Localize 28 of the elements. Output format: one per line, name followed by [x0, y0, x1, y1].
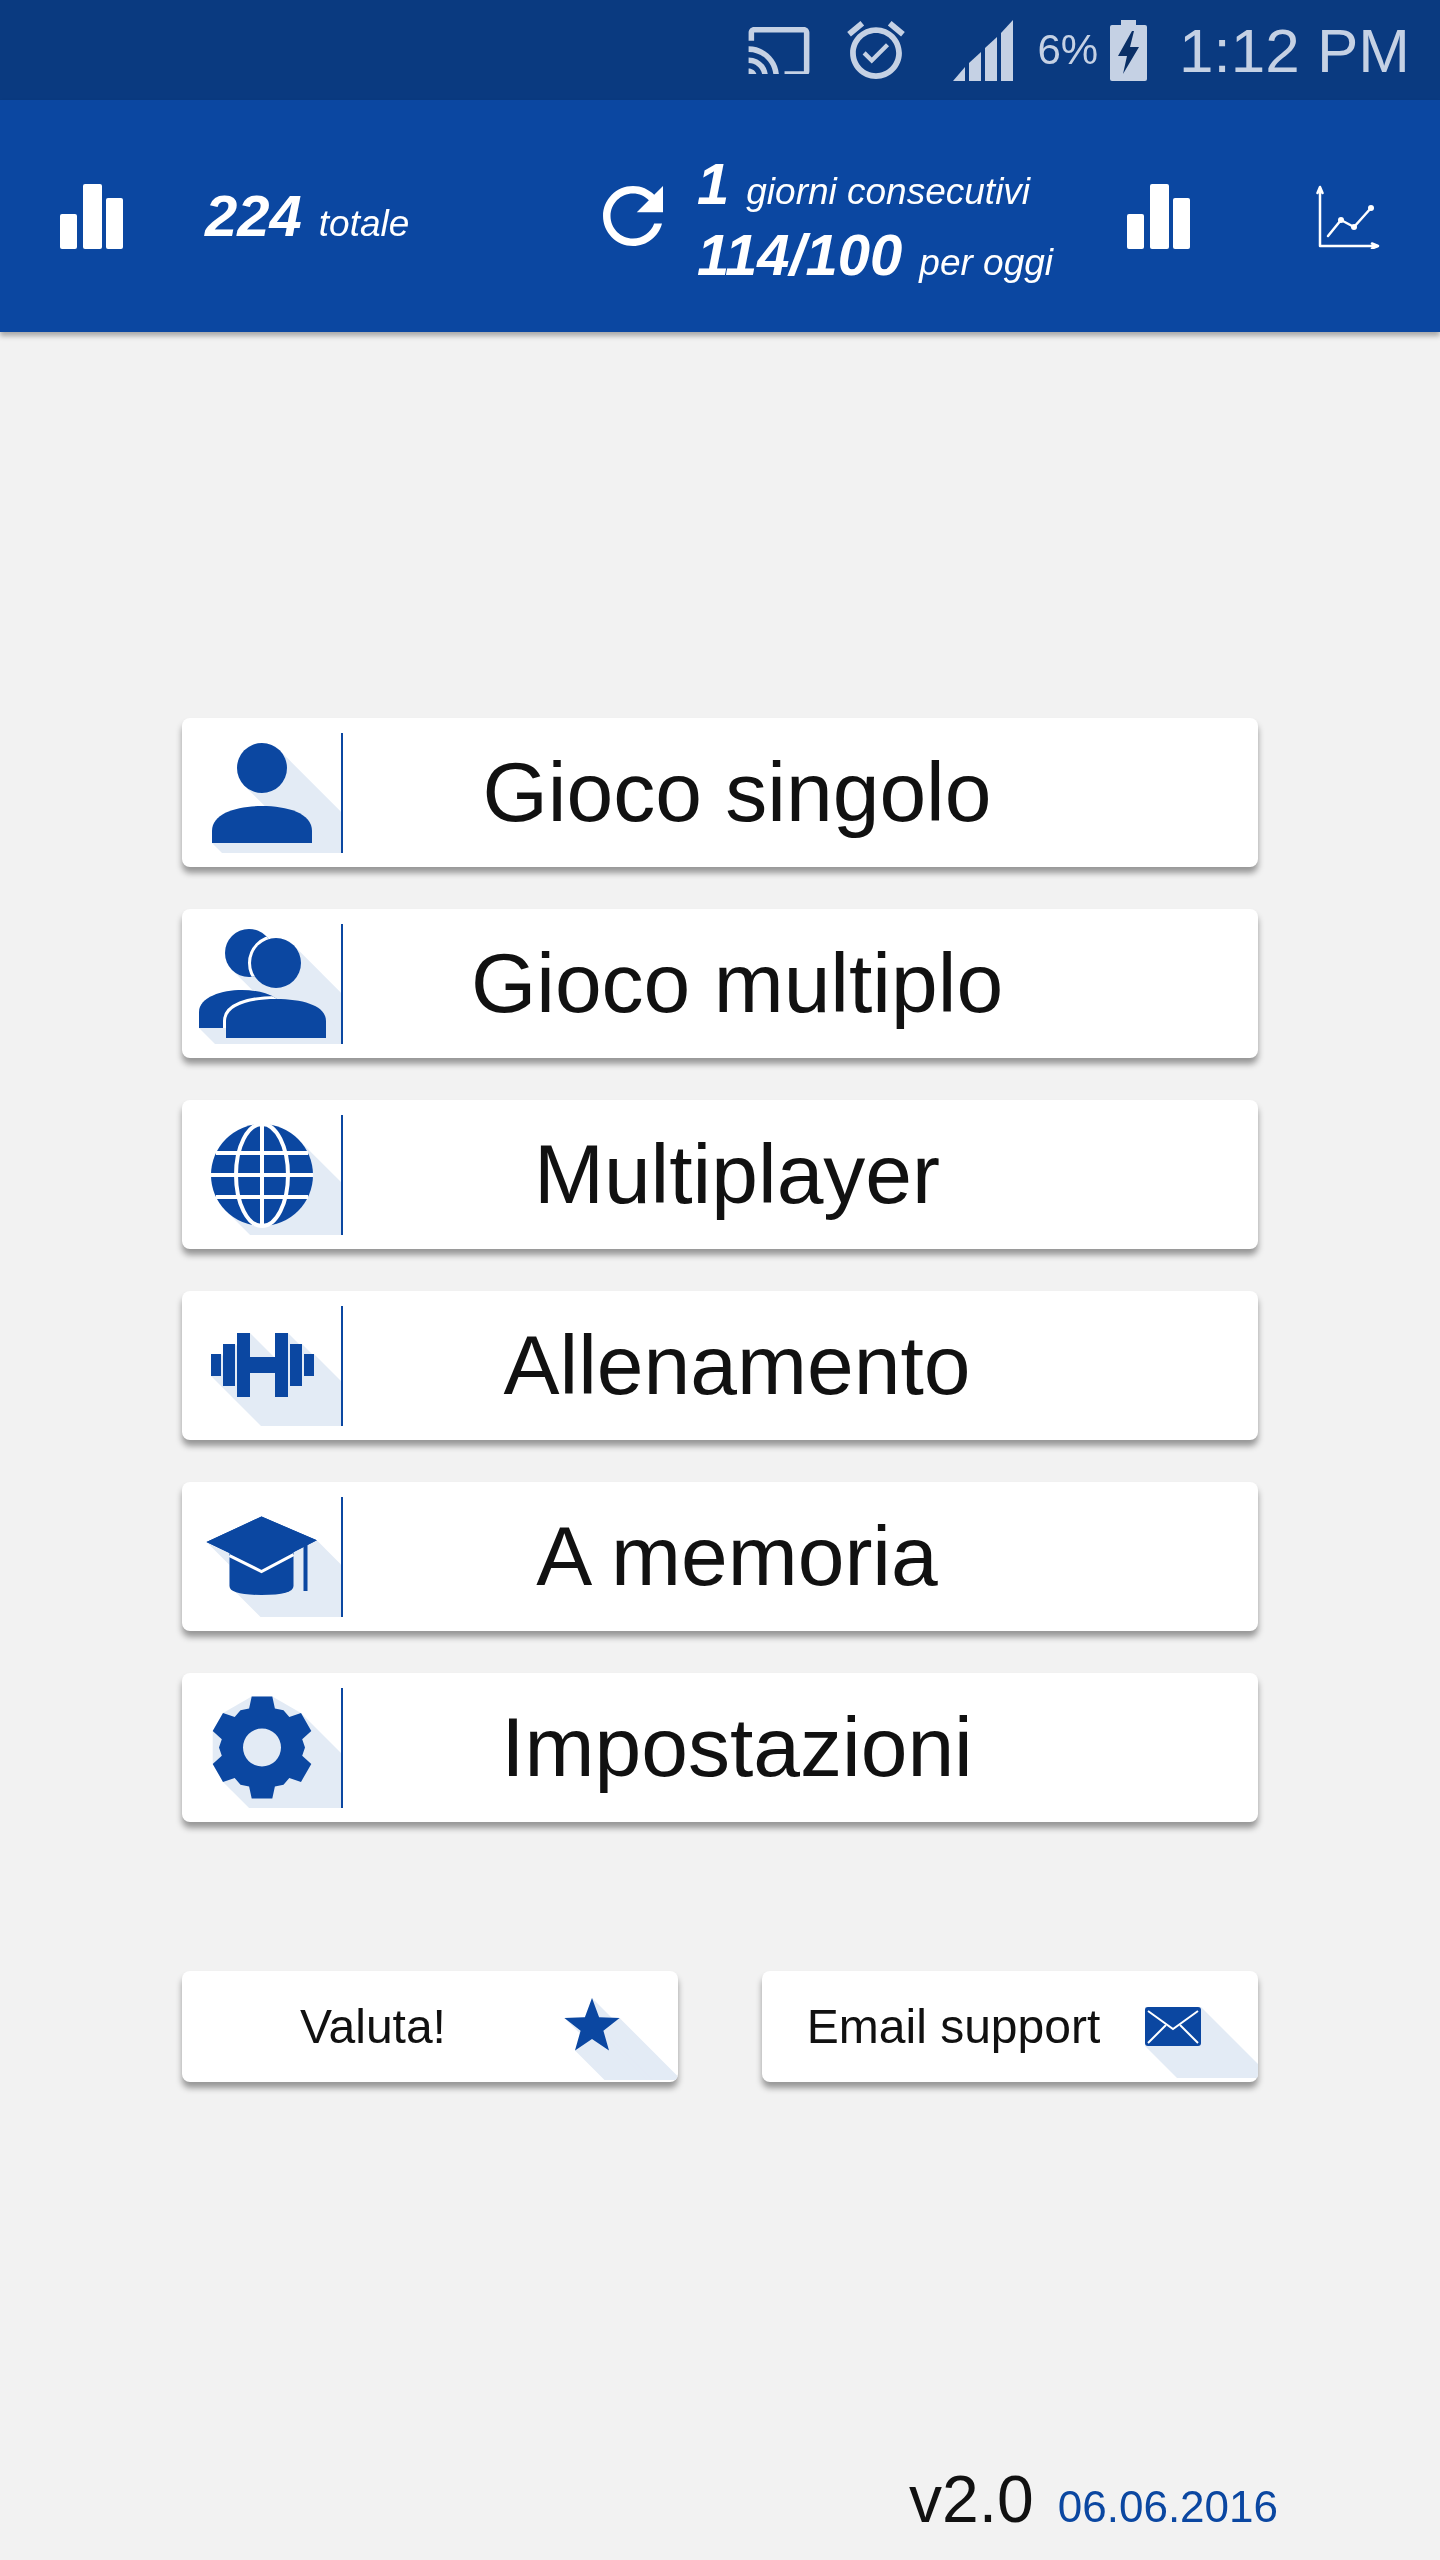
battery-icon — [1110, 19, 1148, 81]
streak-label: giorni consecutivi — [746, 173, 1031, 210]
menu-button[interactable]: Impostazioni — [182, 1673, 1258, 1822]
menu-button[interactable]: A memoria — [182, 1482, 1258, 1631]
daily-count: 114/100 — [697, 226, 903, 284]
menu-button[interactable]: Allenamento — [182, 1291, 1258, 1440]
email-button[interactable]: Email support — [762, 1971, 1258, 2082]
cast-icon — [747, 26, 812, 74]
bar-chart-icon[interactable] — [60, 183, 123, 249]
battery-percentage: 6% — [1037, 26, 1099, 74]
line-chart-icon[interactable] — [1316, 183, 1380, 249]
bar-chart-icon[interactable] — [1127, 183, 1190, 249]
menu-button[interactable]: Gioco singolo — [182, 718, 1258, 867]
star-icon — [564, 1998, 678, 2080]
alarm-clock-icon — [847, 21, 906, 79]
clock-time: 1:12 PM — [1179, 14, 1410, 86]
release-date: 06.06.2016 — [1057, 2482, 1278, 2531]
streak-count: 1 — [697, 155, 730, 213]
version-label: v2.0 — [909, 2462, 1034, 2536]
daily-label: per oggi — [919, 244, 1054, 281]
rate-button[interactable]: Valuta! — [182, 1971, 678, 2082]
menu-button[interactable]: Multiplayer — [182, 1100, 1258, 1249]
signal-icon — [953, 19, 1014, 81]
menu-button[interactable]: Gioco multiplo — [182, 909, 1258, 1058]
envelope-icon — [1145, 2007, 1258, 2078]
total-count: 224 — [205, 187, 302, 245]
total-label: totale — [318, 205, 410, 242]
refresh-icon[interactable] — [603, 186, 663, 246]
